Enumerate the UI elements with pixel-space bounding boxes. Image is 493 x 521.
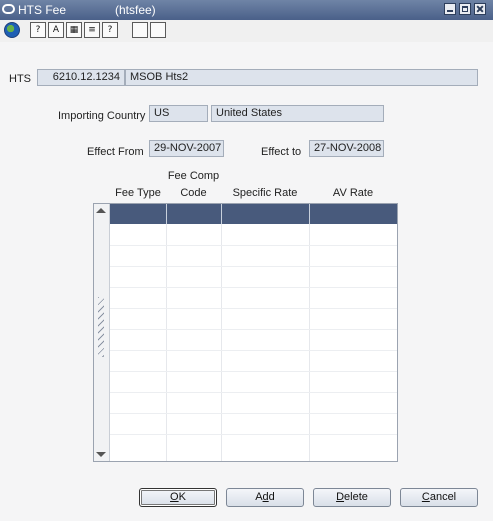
maximize-icon[interactable] xyxy=(459,3,471,15)
importing-country-label: Importing Country xyxy=(58,110,146,122)
hts-fee-window: HTS Fee (htsfee) ? A ▦ ≡ ? HTS 6210.12.1… xyxy=(0,0,493,521)
document-icon[interactable] xyxy=(150,22,166,38)
scroll-grip-icon[interactable] xyxy=(98,297,104,357)
oracle-logo-icon xyxy=(2,4,15,14)
scroll-up-icon[interactable] xyxy=(96,208,106,213)
help-icon[interactable]: ? xyxy=(30,22,46,38)
window-subtitle: (htsfee) xyxy=(115,3,156,17)
effect-to-label: Effect to xyxy=(261,146,302,158)
table-selected-row[interactable] xyxy=(110,204,397,224)
editor-icon[interactable]: ≡ xyxy=(84,22,100,38)
help-question-icon[interactable]: ? xyxy=(102,22,118,38)
blank-icon[interactable] xyxy=(132,22,148,38)
effect-to-field: 27-NOV-2008 xyxy=(309,140,384,157)
col-av-rate-header: AV Rate xyxy=(332,187,374,199)
hts-label: HTS xyxy=(9,73,31,85)
cancel-button[interactable]: Cancel xyxy=(400,488,478,507)
toolbar: ? A ▦ ≡ ? xyxy=(0,20,493,43)
col-specific-rate-header: Specific Rate xyxy=(232,187,298,199)
table-scrollbar[interactable] xyxy=(94,204,110,461)
col-fee-comp-header-line1: Fee Comp xyxy=(167,170,220,182)
hts-code-field: 6210.12.1234 xyxy=(37,69,125,86)
table-body xyxy=(110,204,397,461)
delete-button[interactable]: Delete xyxy=(313,488,391,507)
scroll-down-icon[interactable] xyxy=(96,452,106,457)
minimize-icon[interactable] xyxy=(444,3,456,15)
effect-from-label: Effect From xyxy=(87,146,144,158)
hts-description-field: MSOB Hts2 xyxy=(125,69,478,86)
globe-icon[interactable] xyxy=(4,22,20,38)
title-bar: HTS Fee (htsfee) xyxy=(0,0,493,20)
fee-table xyxy=(93,203,398,462)
ok-button[interactable]: OK xyxy=(139,488,217,507)
spell-icon[interactable]: A xyxy=(48,22,64,38)
col-fee-type-header: Fee Type xyxy=(115,187,161,199)
add-button[interactable]: Add xyxy=(226,488,304,507)
effect-from-field: 29-NOV-2007 xyxy=(149,140,224,157)
calendar-icon[interactable]: ▦ xyxy=(66,22,82,38)
col-fee-comp-header-line2: Code xyxy=(180,187,207,199)
window-title: HTS Fee xyxy=(18,3,67,17)
importing-country-code-field: US xyxy=(149,105,208,122)
importing-country-name-field: United States xyxy=(211,105,384,122)
close-icon[interactable] xyxy=(474,3,486,15)
